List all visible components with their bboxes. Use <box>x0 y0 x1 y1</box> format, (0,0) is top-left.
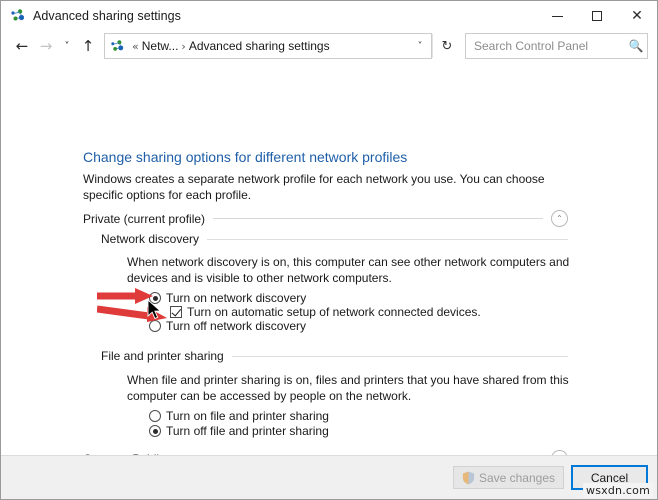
radio-icon[interactable] <box>149 292 161 304</box>
breadcrumb-advanced-sharing-settings[interactable]: Advanced sharing settings <box>189 39 330 53</box>
dialog-footer: Save changes Cancel wsxdn.com <box>1 455 657 499</box>
radio-icon[interactable] <box>149 410 161 422</box>
refresh-button[interactable]: ↻ <box>432 34 461 58</box>
search-icon[interactable]: 🔍 <box>625 39 647 53</box>
forward-button: → <box>39 37 53 55</box>
page-title: Change sharing options for different net… <box>83 149 408 165</box>
breadcrumb-separator-icon: › <box>181 39 186 53</box>
window-controls: ✕ <box>537 1 657 31</box>
save-changes-button: Save changes <box>452 466 564 489</box>
divider <box>231 355 568 357</box>
address-bar[interactable]: « Netw... › Advanced sharing settings ˅ <box>104 33 432 59</box>
title-bar: Advanced sharing settings ✕ <box>1 1 657 31</box>
chevron-down-icon[interactable]: ˅ <box>409 41 431 52</box>
subsection-file-printer-sharing-header: File and printer sharing <box>101 349 568 363</box>
back-button[interactable]: ← <box>10 33 34 59</box>
subsection-network-discovery-header: Network discovery <box>101 232 568 246</box>
save-changes-label: Save changes <box>478 470 555 485</box>
navigation-bar: ← → ˅ ↑ « Netw... › Advanced sharing set… <box>1 31 657 65</box>
minimize-button[interactable] <box>537 1 577 31</box>
search-box[interactable]: 🔍 <box>465 33 648 59</box>
search-input[interactable] <box>466 38 625 54</box>
option-label: Turn on automatic setup of network conne… <box>187 305 481 319</box>
checkbox-automatic-setup-network-connected-devices[interactable]: Turn on automatic setup of network conne… <box>170 305 481 319</box>
option-label: Turn on file and printer sharing <box>166 409 329 423</box>
watermark: wsxdn.com <box>583 483 653 498</box>
radio-turn-on-network-discovery[interactable]: Turn on network discovery <box>149 291 306 305</box>
advanced-sharing-settings-window: Advanced sharing settings ✕ ← → ˅ ↑ « Ne… <box>0 0 658 500</box>
content-area: Change sharing options for different net… <box>1 65 657 455</box>
divider <box>213 218 543 219</box>
subsection-network-discovery-label: Network discovery <box>101 232 200 246</box>
close-icon: ✕ <box>631 8 643 24</box>
uac-shield-icon <box>462 471 475 484</box>
file-printer-sharing-description: When file and printer sharing is on, fil… <box>127 373 569 403</box>
address-network-sharing-icon <box>110 39 125 54</box>
option-label: Turn on network discovery <box>166 291 307 305</box>
arrow-to-turn-on-network-discovery <box>97 288 153 304</box>
divider <box>207 238 568 240</box>
up-button[interactable]: ↑ <box>76 33 100 59</box>
minimize-icon <box>551 15 563 17</box>
window-title: Advanced sharing settings <box>33 9 181 23</box>
page-description: Windows creates a separate network profi… <box>83 172 545 202</box>
network-sharing-icon <box>10 8 26 24</box>
network-discovery-description: When network discovery is on, this compu… <box>127 255 570 285</box>
section-private-label: Private (current profile) <box>83 211 206 226</box>
radio-turn-on-file-and-printer-sharing[interactable]: Turn on file and printer sharing <box>149 409 329 423</box>
close-button[interactable]: ✕ <box>617 1 657 31</box>
chevron-up-icon[interactable]: ⌃ <box>551 210 568 227</box>
radio-icon[interactable] <box>149 425 161 437</box>
subsection-file-printer-sharing-label: File and printer sharing <box>101 349 224 363</box>
breadcrumb-overflow-icon[interactable]: « <box>132 40 139 53</box>
radio-icon[interactable] <box>149 320 161 332</box>
radio-turn-off-file-and-printer-sharing[interactable]: Turn off file and printer sharing <box>149 424 329 438</box>
breadcrumb-network[interactable]: Netw... <box>142 39 179 53</box>
checkbox-icon[interactable] <box>170 306 182 318</box>
maximize-button[interactable] <box>577 1 617 31</box>
maximize-icon <box>592 11 602 21</box>
section-private-header[interactable]: Private (current profile) ⌃ <box>83 210 568 227</box>
radio-turn-off-network-discovery[interactable]: Turn off network discovery <box>149 319 306 333</box>
option-label: Turn off file and printer sharing <box>166 424 329 438</box>
option-label: Turn off network discovery <box>166 319 307 333</box>
recent-locations-button[interactable]: ˅ <box>58 33 76 59</box>
